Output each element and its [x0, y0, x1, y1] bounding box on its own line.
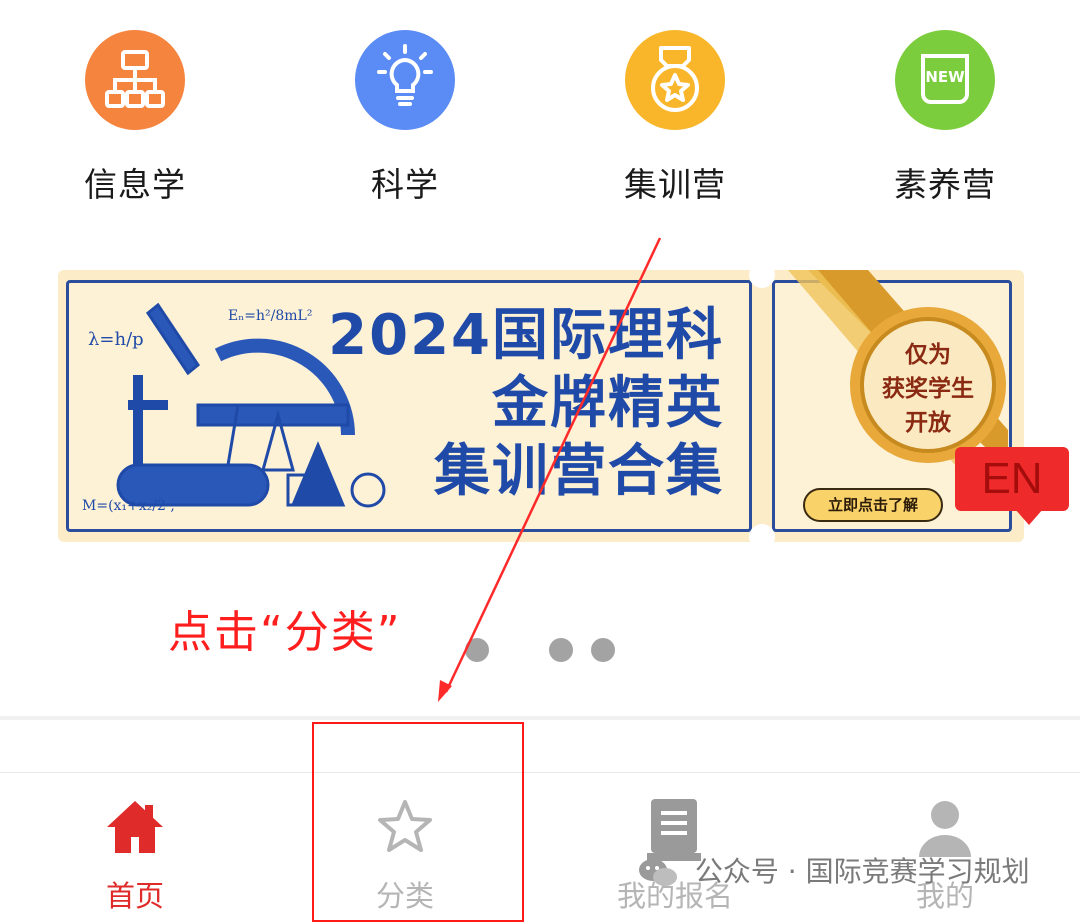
banner-headline-line-1: 2024国际理科	[328, 303, 724, 368]
home-icon	[107, 801, 163, 853]
tab-home[interactable]: 首页	[35, 773, 235, 914]
watermark: 公众号 · 国际竞赛学习规划	[638, 850, 1030, 890]
category-label: 科学	[371, 165, 439, 204]
svg-text:M=(x₁+x₂/2 ,: M=(x₁+x₂/2 ,	[82, 498, 175, 514]
svg-text:NEW: NEW	[925, 68, 965, 86]
wechat-icon	[639, 859, 677, 886]
carousel-dot[interactable]	[465, 638, 489, 662]
seal-line-3: 开放	[905, 410, 951, 436]
tab-label: 首页	[105, 879, 164, 913]
lightbulb-icon	[355, 30, 455, 130]
category-science[interactable]: 科学	[305, 30, 505, 206]
bottom-tab-bar: 首页 分类 我的报名 我的	[0, 772, 1080, 914]
banner-headline-line-2: 金牌精英	[492, 371, 724, 436]
language-toggle-tail	[1015, 509, 1043, 525]
promo-banner[interactable]: λ=h/p Eₙ=h²/8mL² M=(x₁+x₂/2 , 2024国际理科 金…	[58, 270, 1024, 542]
category-label: 素养营	[894, 165, 996, 204]
svg-text:λ=h/p: λ=h/p	[88, 329, 144, 350]
carousel-dot[interactable]	[549, 638, 573, 662]
tab-profile[interactable]: 我的	[845, 773, 1045, 914]
tab-my-registrations[interactable]: 我的报名	[575, 773, 775, 914]
hierarchy-icon	[85, 30, 185, 130]
category-camp[interactable]: 集训营	[575, 30, 775, 206]
category-informatics[interactable]: 信息学	[35, 30, 235, 206]
user-icon	[919, 801, 971, 857]
medal-icon	[625, 30, 725, 130]
category-label: 集训营	[624, 165, 726, 204]
banner-cta-button[interactable]: 立即点击了解	[803, 488, 943, 522]
new-badge-icon: NEW	[895, 30, 995, 130]
banner-headline-line-3: 集训营合集	[434, 439, 724, 504]
seal-line-1: 仅为	[905, 342, 951, 368]
instruction-annotation: 点击“分类”	[168, 607, 402, 658]
highlight-box-categories	[312, 722, 524, 922]
category-label: 信息学	[84, 165, 186, 204]
watermark-text: 公众号 · 国际竞赛学习规划	[694, 855, 1030, 888]
language-toggle-en[interactable]: EN	[955, 447, 1069, 511]
category-literacy-camp[interactable]: NEW 素养营	[845, 30, 1045, 206]
svg-text:Eₙ=h²/8mL²: Eₙ=h²/8mL²	[228, 308, 312, 324]
carousel-dot[interactable]	[591, 638, 615, 662]
section-separator	[0, 716, 1080, 720]
seal-line-2: 获奖学生	[882, 376, 974, 402]
